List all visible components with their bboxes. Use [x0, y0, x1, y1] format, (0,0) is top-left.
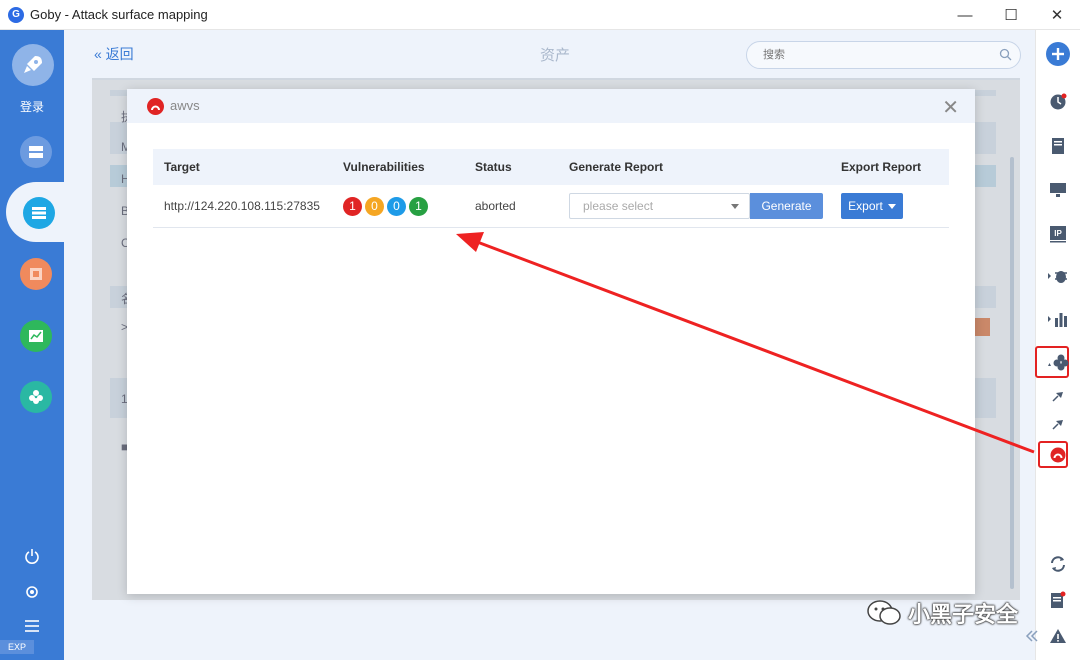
maximize-button[interactable]: ☐	[988, 0, 1034, 30]
extensions-puzzle-icon[interactable]	[1046, 350, 1070, 374]
power-icon[interactable]	[22, 546, 42, 566]
search-icon[interactable]	[999, 48, 1012, 61]
pin-icon[interactable]	[1046, 412, 1070, 436]
close-icon[interactable]: ✕	[942, 95, 959, 120]
vuln-medium-badge: 0	[387, 196, 406, 216]
nav-vulnerability-icon[interactable]	[20, 258, 52, 290]
window-title: Goby - Attack surface mapping	[30, 7, 208, 22]
table-header: Target Vulnerabilities Status Generate R…	[153, 149, 949, 185]
settings-gear-icon[interactable]	[22, 582, 42, 602]
awvs-logo-icon	[147, 98, 164, 115]
column-header-vulnerabilities: Vulnerabilities	[343, 160, 425, 174]
pin-icon[interactable]	[1046, 384, 1070, 408]
select-placeholder: please select	[583, 199, 654, 213]
export-button[interactable]: Export	[841, 193, 903, 219]
warning-icon[interactable]	[1046, 624, 1070, 648]
login-label[interactable]: 登录	[0, 98, 64, 115]
generate-button[interactable]: Generate	[750, 193, 823, 219]
refresh-icon[interactable]	[1046, 552, 1070, 576]
report-template-select[interactable]: please select	[569, 193, 750, 219]
vuln-low-badge: 1	[409, 196, 428, 216]
document-icon[interactable]	[1046, 134, 1070, 158]
avatar[interactable]	[12, 44, 54, 86]
watermark: 小黑子安全	[866, 597, 1018, 629]
chevron-down-icon	[731, 203, 739, 209]
table-row: http://124.220.108.115:27835 1 0 0 1 abo…	[153, 185, 949, 228]
watermark-text: 小黑子安全	[908, 603, 1019, 628]
bug-icon[interactable]	[1046, 264, 1070, 288]
svg-text:IP: IP	[1054, 229, 1062, 238]
awvs-modal: awvs ✕ Target Vulnerabilities Status Gen…	[127, 89, 975, 594]
nav-scan-icon[interactable]	[20, 136, 52, 168]
vuln-high-badge: 0	[365, 196, 384, 216]
window-titlebar: G Goby - Attack surface mapping — ☐ ✕	[0, 0, 1080, 30]
close-window-button[interactable]: ✕	[1034, 0, 1080, 30]
search-input[interactable]	[763, 42, 993, 68]
exp-badge[interactable]: EXP	[0, 640, 34, 654]
generate-report-group: please select Generate	[569, 193, 841, 219]
collapse-chevron-icon[interactable]	[1020, 624, 1044, 648]
column-header-generate-report: Generate Report	[569, 160, 664, 174]
column-header-status: Status	[475, 160, 512, 174]
nav-plugin-icon[interactable]	[20, 381, 52, 413]
modal-title: awvs	[170, 98, 200, 113]
column-header-target: Target	[164, 160, 200, 174]
history-clock-icon[interactable]	[1046, 90, 1070, 114]
page-title: 资产	[540, 47, 571, 64]
rocket-icon	[24, 56, 42, 73]
awvs-targets-table: Target Vulnerabilities Status Generate R…	[153, 149, 949, 228]
bar-chart-icon[interactable]	[1046, 307, 1070, 331]
monitor-icon[interactable]	[1046, 178, 1070, 202]
right-toolbar: IP	[1025, 30, 1080, 660]
chevron-down-icon	[887, 203, 896, 209]
nav-report-icon[interactable]	[20, 320, 52, 352]
nav-assets-icon[interactable]	[23, 197, 55, 229]
wechat-icon	[867, 600, 901, 625]
vulnerability-badges: 1 0 0 1	[343, 196, 475, 216]
export-label: Export	[848, 199, 883, 213]
log-document-icon[interactable]	[1046, 588, 1070, 612]
goby-logo-icon: G	[8, 6, 24, 23]
left-sidebar: 登录 EXP	[0, 30, 70, 660]
menu-icon[interactable]	[22, 616, 42, 636]
minimize-button[interactable]: —	[942, 0, 988, 30]
modal-header: awvs ✕	[127, 89, 975, 123]
ip-icon[interactable]: IP	[1046, 222, 1070, 246]
back-link[interactable]: « 返回	[94, 44, 134, 64]
awvs-plugin-icon[interactable]	[1046, 443, 1070, 467]
column-header-export-report: Export Report	[841, 160, 922, 174]
status-text: aborted	[475, 199, 516, 213]
search-box	[746, 41, 1021, 69]
target-url: http://124.220.108.115:27835	[164, 199, 320, 213]
add-task-icon[interactable]	[1046, 42, 1070, 66]
vuln-critical-badge: 1	[343, 196, 362, 216]
